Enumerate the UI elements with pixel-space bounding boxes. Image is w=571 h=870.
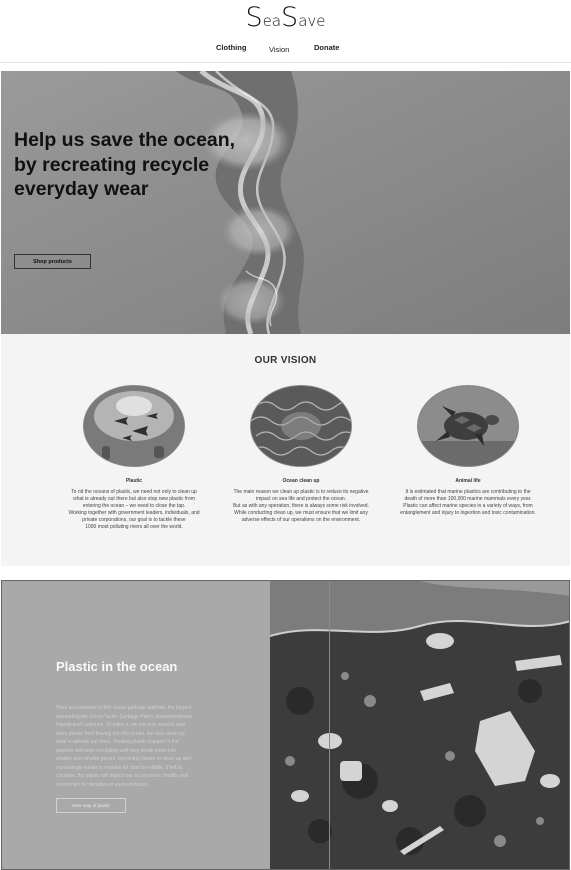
text-line: entanglement and injury to ingestion and…: [400, 510, 536, 516]
text-line: Working together with government leaders…: [68, 510, 200, 516]
text-line: what is already out there but also stop …: [73, 496, 195, 502]
text-line: what is already out there. Floating plas…: [56, 739, 179, 745]
text-line: It is estimated that marine plastics are…: [405, 489, 531, 495]
shop-products-button[interactable]: Shop products: [14, 254, 91, 269]
logo-letter: S: [281, 2, 299, 33]
beach-plastic-image: [270, 581, 569, 869]
vision-section: OUR VISION Plastic To rid the oceans of …: [1, 334, 570, 566]
view-map-button[interactable]: View map of plastic: [56, 798, 126, 813]
text-line: adverse effects of our operations on the…: [241, 517, 361, 523]
fish-image: [84, 386, 184, 466]
text-line: increasingly easier to mistake for food …: [56, 764, 183, 771]
card-text: It is estimated that marine plastics are…: [383, 489, 553, 517]
hero-title-line: by recreating recycle: [14, 153, 210, 176]
plastic-section: Plastic in the ocean Their accumulates i…: [1, 580, 570, 870]
text-line: economies for decades or even centuries.: [56, 781, 149, 788]
hero-title: Help us save the ocean, by recreating re…: [14, 128, 274, 202]
text-line: smaller and smaller pieces, becoming har…: [56, 756, 192, 762]
hero-title-line: everyday wear: [14, 178, 149, 200]
card-title: Animal life: [455, 478, 481, 484]
card-title: Plastic: [125, 478, 143, 484]
ocean-aerial-image: [1, 71, 570, 334]
hero-title-line: Help us save the ocean,: [14, 129, 236, 151]
divider: [329, 581, 330, 869]
water-image: [251, 386, 351, 466]
text-line: entering the ocean – we need to close th…: [82, 503, 186, 509]
section-text: Their accumulates in five ocean garbage …: [56, 704, 228, 789]
section-title: OUR VISION: [254, 355, 317, 366]
main-nav: Clothing Vision Donate: [0, 42, 571, 54]
card-title: Ocean clean up: [282, 478, 320, 484]
text-line: more plastic from flowing into the ocean…: [56, 730, 185, 737]
nav-link-donate[interactable]: Donate: [314, 43, 339, 52]
text-line: But as with any operation, there is alwa…: [233, 503, 369, 509]
text-line: To rid the oceans of plastic, we need no…: [71, 489, 197, 495]
card-text: To rid the oceans of plastic, we need no…: [49, 489, 219, 531]
text-line: Their accumulates in five ocean garbage …: [56, 705, 192, 711]
site-header: SeaSave Clothing Vision Donate: [0, 0, 571, 63]
nav-link-vision[interactable]: Vision: [269, 45, 289, 54]
text-line: Plastic can affect marine species in a v…: [403, 503, 533, 509]
section-title: Plastic in the ocean: [56, 659, 178, 674]
brand-logo[interactable]: SeaSave: [0, 4, 571, 31]
logo-text: ea: [262, 12, 282, 30]
card-text: The main reason we clean up plastic is t…: [216, 489, 386, 524]
text-line: marauding the Great Pacific Garbage Patc…: [56, 713, 193, 720]
text-line: Hawaii and California. To solve it, we n…: [56, 722, 186, 728]
text-line: circulate, the plastic will impact our e…: [56, 773, 189, 779]
turtle-image: [418, 386, 518, 466]
text-line: The main reason we clean up plastic is t…: [233, 489, 369, 495]
logo-letter: S: [245, 2, 263, 33]
text-line: patches will keep circulating until they…: [56, 747, 177, 754]
logo-text: ave: [298, 12, 326, 30]
text-line: private corporations, our goal is to tac…: [82, 517, 186, 523]
text-line: death of more than 100,000 marine mammal…: [404, 496, 532, 502]
text-line: 1000 most polluting rivers all over the …: [85, 524, 183, 530]
nav-link-clothing[interactable]: Clothing: [216, 43, 246, 52]
hero-banner: Help us save the ocean, by recreating re…: [1, 71, 570, 334]
text-line: While conducting clean up, we must ensur…: [234, 510, 368, 516]
text-line: impact on sea life and protect the ocean…: [255, 496, 347, 502]
